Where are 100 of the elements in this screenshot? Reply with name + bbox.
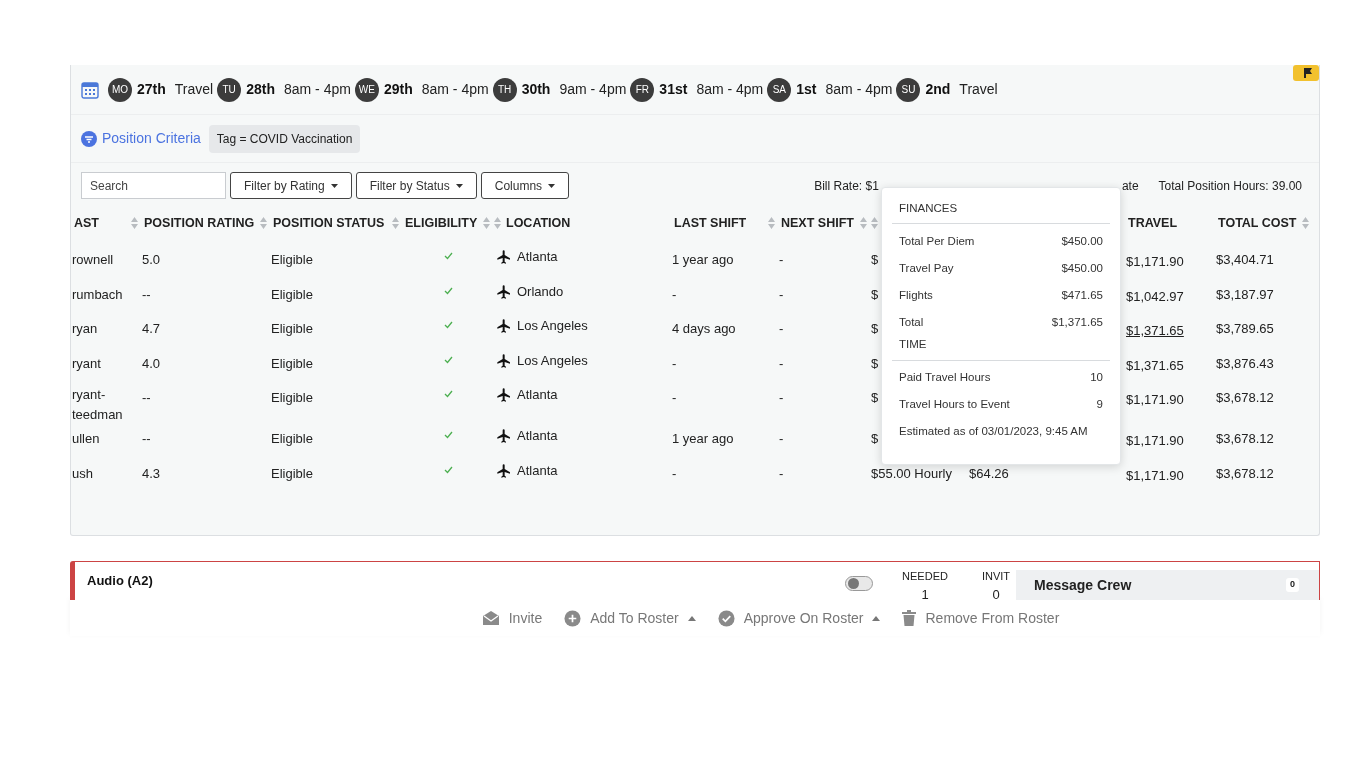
column-header[interactable]: POSITION STATUS: [273, 213, 385, 233]
message-crew-panel[interactable]: Message Crew 0: [1016, 570, 1319, 600]
toggle-switch[interactable]: [845, 575, 873, 591]
message-crew-label: Message Crew: [1034, 575, 1132, 595]
table-cell-text: $: [871, 320, 879, 338]
stat-label: NEEDED: [902, 569, 948, 584]
breakdown-label: Flights: [899, 288, 933, 304]
table-cell-text: $3,187.97: [1216, 285, 1274, 304]
table-cell-text: Atlanta: [517, 461, 558, 480]
table-cell-text: 1 year ago: [672, 430, 734, 448]
table-cell-text: Eligible: [271, 464, 313, 483]
breakdown-label: Total: [899, 315, 924, 331]
date-label: 27th: [137, 80, 166, 99]
filter-dropdown[interactable]: Filter by Status: [355, 172, 477, 199]
calendar-icon[interactable]: [81, 80, 99, 99]
sort-icon[interactable]: [392, 217, 399, 229]
sort-icon[interactable]: [260, 217, 268, 229]
action-button[interactable]: Approve On Roster: [717, 607, 881, 629]
action-button[interactable]: Add To Roster: [564, 607, 696, 629]
column-header[interactable]: AST: [74, 213, 99, 233]
flag-icon[interactable]: [1293, 65, 1319, 81]
table-cell-text: Atlanta: [517, 386, 558, 405]
column-header[interactable]: TOTAL COST: [1218, 213, 1297, 233]
filter-dropdown[interactable]: Filter by Rating: [230, 172, 352, 199]
breakdown-label: Travel Pay: [899, 261, 954, 277]
table-cell-text: Eligible: [271, 430, 313, 448]
breakdown-label: Travel Hours to Event: [899, 397, 1010, 413]
filter-dropdown[interactable]: Columns: [480, 172, 570, 199]
date-label: 2nd: [925, 80, 951, 99]
criteria-tag: Tag = COVID Vaccination: [208, 124, 361, 153]
sort-icon[interactable]: [860, 217, 867, 229]
plus-icon: [564, 609, 582, 627]
sort-icon[interactable]: [871, 217, 878, 229]
table-cell-text: rownell: [72, 251, 114, 269]
sort-icon[interactable]: [1302, 217, 1310, 229]
shift-hours: Travel: [174, 80, 214, 99]
shift-hours: 9am - 4pm: [559, 80, 627, 99]
table-cell-text: -: [672, 354, 677, 373]
table-cell-text: ullen: [72, 430, 100, 448]
table-cell: $1,042.97: [1126, 288, 1184, 304]
sort-icon[interactable]: [483, 217, 491, 229]
action-button[interactable]: Invite: [481, 607, 543, 629]
day-badge: MO: [108, 77, 132, 102]
table-cell-text: -: [779, 320, 784, 338]
travel-link[interactable]: $1,371.65: [1126, 323, 1184, 338]
column-header[interactable]: NEXT SHIFT: [781, 213, 854, 233]
table-cell-text: Orlando: [517, 282, 564, 301]
column-header[interactable]: POSITION RATING: [144, 213, 255, 233]
column-header[interactable]: TRAVEL: [1128, 213, 1178, 233]
breakdown-value: 9: [1096, 397, 1103, 413]
column-header[interactable]: LAST SHIFT: [674, 213, 747, 233]
bill-rate-text: ate: [1121, 177, 1139, 195]
breakdown-label: Total Per Diem: [899, 234, 975, 250]
table-cell-text: Atlanta: [517, 248, 558, 267]
column-header[interactable]: LOCATION: [506, 213, 571, 233]
position-criteria-link[interactable]: Position Criteria: [102, 128, 201, 149]
table-cell-text: $: [871, 354, 879, 373]
airplane-icon: [496, 462, 512, 479]
day-badge: TU: [217, 77, 242, 102]
estimate-note: Estimated as of 03/01/2023, 9:45 AM: [898, 423, 1089, 439]
table-cell: $1,171.90: [1126, 254, 1184, 269]
sort-icon[interactable]: [494, 217, 501, 229]
table-cell: $1,171.90: [1126, 392, 1184, 407]
table-cell-text: Los Angeles: [517, 351, 588, 370]
check-icon: [717, 609, 735, 627]
airplane-icon: [496, 352, 512, 369]
breakdown-value: $1,371.65: [1051, 315, 1103, 331]
shift-hours: 8am - 4pm: [421, 80, 489, 99]
table-cell-text: 4.3: [142, 464, 161, 483]
table-cell-text: $: [871, 430, 879, 448]
airplane-icon: [496, 387, 512, 403]
table-cell-text: --: [142, 285, 151, 304]
caret-icon: [455, 183, 463, 188]
stat-value: 1: [921, 585, 929, 604]
bill-rate-text: Bill Rate: $1: [814, 177, 879, 195]
table-cell-text: -: [672, 285, 677, 304]
table-cell: $1,371.65: [1126, 357, 1184, 373]
breakdown-value: $471.65: [1061, 288, 1103, 304]
date-label: 28th: [246, 80, 275, 99]
day-badge: WE: [354, 77, 379, 102]
action-button[interactable]: Remove From Roster: [902, 607, 1060, 629]
position-title: Audio (A2): [87, 572, 153, 591]
stat-label: INVIT: [981, 569, 1011, 584]
stat-value: 0: [992, 585, 1000, 604]
sort-icon[interactable]: [131, 217, 138, 229]
airplane-icon: [496, 283, 512, 300]
table-cell-text: -: [672, 389, 677, 407]
day-badge: TH: [492, 77, 517, 102]
sort-icon[interactable]: [768, 217, 775, 229]
table-cell-text: Los Angeles: [517, 317, 588, 336]
column-header[interactable]: ELIGIBILITY: [405, 213, 478, 233]
day-badge: FR: [630, 77, 655, 102]
search-field[interactable]: Search: [81, 172, 226, 199]
day-badge: SU: [896, 77, 921, 102]
shift-hours: Travel: [959, 80, 998, 99]
table-cell-text: Eligible: [271, 285, 313, 304]
table-cell-text: Eligible: [271, 251, 313, 269]
table-cell-text: $: [871, 251, 879, 269]
envelope-icon: [481, 610, 500, 626]
table-cell-text: ush: [72, 464, 93, 483]
